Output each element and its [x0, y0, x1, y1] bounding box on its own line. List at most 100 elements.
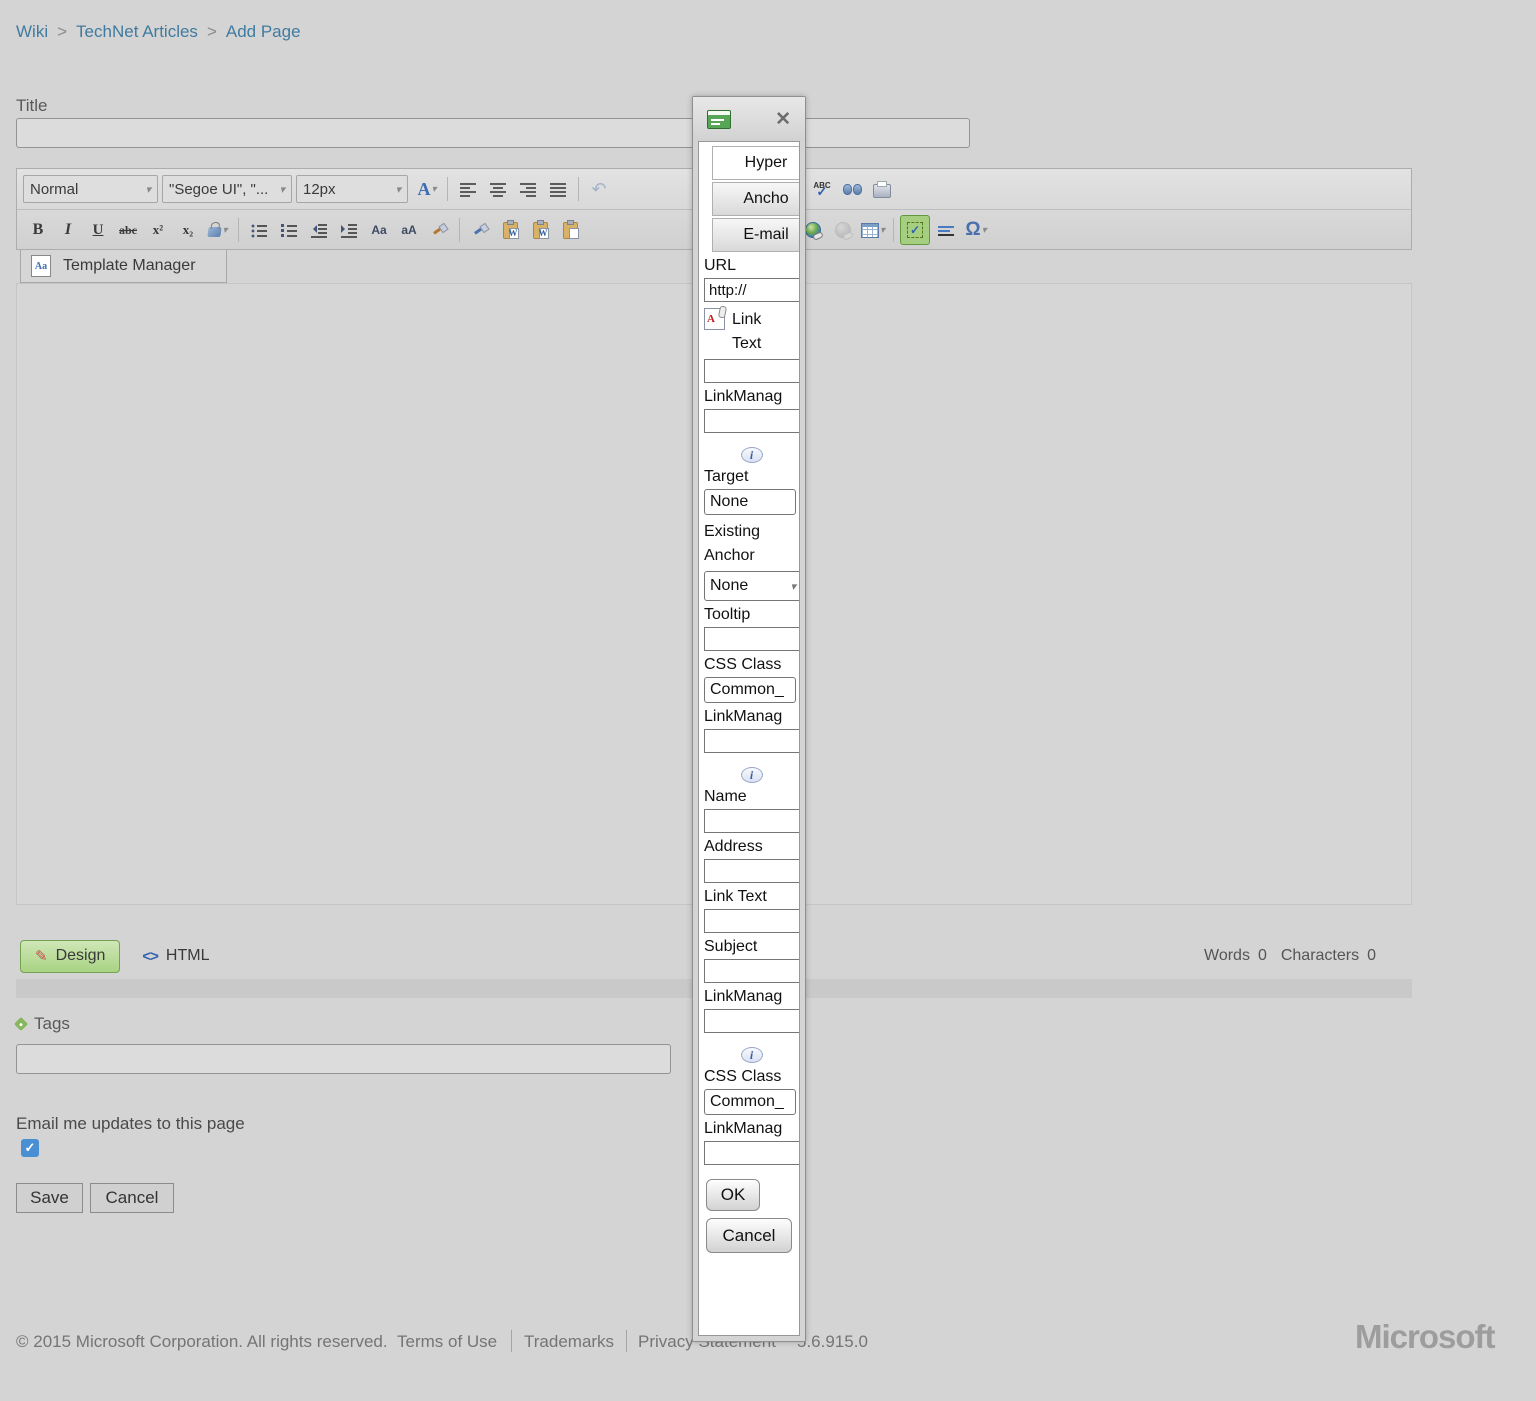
horizontal-rule-button[interactable] — [932, 216, 960, 244]
linkmanager-input[interactable] — [704, 1009, 800, 1033]
template-manager-button[interactable]: Aa Template Manager — [20, 250, 227, 283]
numbered-list-button[interactable] — [275, 216, 303, 244]
email-updates-checkbox[interactable]: ✓ — [21, 1139, 39, 1157]
tab-anchor[interactable]: Ancho — [712, 182, 800, 216]
cancel-button[interactable]: Cancel — [90, 1183, 174, 1213]
print-button[interactable] — [868, 175, 896, 203]
indent-button[interactable] — [335, 216, 363, 244]
breadcrumb-wiki[interactable]: Wiki — [16, 22, 48, 42]
align-center-button[interactable] — [484, 175, 512, 203]
align-justify-button[interactable] — [544, 175, 572, 203]
undo-button[interactable]: ↶ — [585, 175, 613, 203]
paste-from-word-clean-icon: W — [533, 222, 548, 239]
strikethrough-icon: abc — [119, 223, 137, 238]
close-icon[interactable]: ✕ — [775, 108, 791, 131]
link-text-label: Link Text — [732, 308, 784, 356]
strikethrough-button[interactable]: abc — [114, 216, 142, 244]
strip-formatting-icon — [432, 223, 447, 238]
tab-design[interactable]: ✎ Design — [20, 940, 120, 973]
url-input[interactable] — [704, 278, 800, 302]
font-size-dropdown[interactable]: 12px▾ — [296, 175, 408, 203]
insert-table-button[interactable]: ▾ — [859, 216, 887, 244]
linkmanager-input[interactable] — [704, 729, 800, 753]
save-button[interactable]: Save — [16, 1183, 83, 1213]
underline-button[interactable]: U — [84, 216, 112, 244]
subject-label: Subject — [704, 938, 799, 956]
italic-button[interactable]: I — [54, 216, 82, 244]
breadcrumb-add-page[interactable]: Add Page — [226, 22, 301, 42]
tab-hyperlink[interactable]: Hyper — [712, 146, 800, 180]
find-button[interactable] — [838, 175, 866, 203]
dialog-title-bar[interactable]: ✕ — [693, 97, 805, 141]
paste-from-word-clean-button[interactable]: W — [526, 216, 554, 244]
email-css-class-label: CSS Class — [704, 1068, 799, 1086]
code-icon: <> — [142, 948, 158, 965]
dialog-ok-button[interactable]: OK — [706, 1179, 760, 1211]
link-manager-icon — [805, 222, 821, 238]
linkmanager-input[interactable] — [704, 409, 800, 433]
tags-label: Tags — [34, 1014, 70, 1034]
lowercase-button[interactable]: Aa — [365, 216, 393, 244]
unlink-button[interactable] — [829, 216, 857, 244]
address-input[interactable] — [704, 859, 800, 883]
template-manager-label: Template Manager — [63, 257, 196, 275]
format-painter-icon — [473, 223, 488, 238]
chevron-down-icon: ▾ — [279, 183, 285, 196]
bullet-list-button[interactable] — [245, 216, 273, 244]
linkmanager-input[interactable] — [704, 1141, 800, 1165]
info-icon: i — [741, 767, 763, 783]
highlight-color-button[interactable]: ▾ — [204, 216, 232, 244]
template-manager-icon: Aa — [31, 255, 51, 277]
subject-input[interactable] — [704, 959, 800, 983]
words-value: 0 — [1258, 947, 1267, 965]
tab-email[interactable]: E-mail — [712, 218, 800, 252]
link-text-input[interactable] — [704, 359, 800, 383]
outdent-icon — [311, 223, 327, 238]
name-input[interactable] — [704, 809, 800, 833]
special-character-button[interactable]: Ω▾ — [962, 216, 990, 244]
bold-button[interactable]: B — [24, 216, 52, 244]
format-painter-button[interactable] — [466, 216, 494, 244]
lowercase-icon: Aa — [371, 223, 386, 237]
breadcrumb-separator: > — [57, 22, 67, 42]
font-size-value: 12px — [303, 181, 336, 198]
subscript-button[interactable]: x₂ — [174, 216, 202, 244]
link-text-row: A Link Text — [704, 308, 799, 356]
target-dropdown[interactable]: None — [704, 489, 796, 515]
dialog-cancel-button[interactable]: Cancel — [706, 1218, 792, 1253]
underline-icon: U — [93, 222, 104, 239]
toggle-table-borders-button[interactable]: ✓ — [900, 215, 930, 245]
superscript-button[interactable]: x² — [144, 216, 172, 244]
align-center-icon — [490, 182, 506, 197]
dialog-window-icon — [707, 110, 731, 129]
spellcheck-button[interactable]: ABC✓ — [808, 175, 836, 203]
email-link-text-input[interactable] — [704, 909, 800, 933]
outdent-button[interactable] — [305, 216, 333, 244]
tags-input[interactable] — [16, 1044, 671, 1074]
indent-icon — [341, 223, 357, 238]
toolbar-separator — [238, 218, 239, 242]
paste-from-word-button[interactable]: W — [496, 216, 524, 244]
toggle-borders-icon: ✓ — [907, 222, 923, 238]
tooltip-input[interactable] — [704, 627, 800, 651]
align-left-button[interactable] — [454, 175, 482, 203]
title-input[interactable] — [16, 118, 970, 148]
tab-html[interactable]: <> HTML — [128, 941, 223, 972]
font-family-value: "Segoe UI", "... — [169, 181, 268, 198]
footer-link-trademarks[interactable]: Trademarks — [524, 1332, 614, 1352]
font-color-button[interactable]: A▾ — [413, 175, 441, 203]
existing-anchor-dropdown[interactable]: None▾ — [704, 571, 800, 601]
css-class-dropdown[interactable]: Common_ — [704, 677, 796, 703]
paste-plain-text-button[interactable] — [556, 216, 584, 244]
footer-link-terms[interactable]: Terms of Use — [397, 1332, 497, 1352]
align-justify-icon — [550, 182, 566, 197]
align-right-button[interactable] — [514, 175, 542, 203]
uppercase-button[interactable]: aA — [395, 216, 423, 244]
css-class-label: CSS Class — [704, 656, 799, 674]
print-icon — [873, 184, 891, 198]
strip-formatting-button[interactable] — [425, 216, 453, 244]
paragraph-style-dropdown[interactable]: Normal▾ — [23, 175, 158, 203]
font-family-dropdown[interactable]: "Segoe UI", "... ▾ — [162, 175, 292, 203]
email-css-class-dropdown[interactable]: Common_ — [704, 1089, 796, 1115]
breadcrumb-technet-articles[interactable]: TechNet Articles — [76, 22, 198, 42]
